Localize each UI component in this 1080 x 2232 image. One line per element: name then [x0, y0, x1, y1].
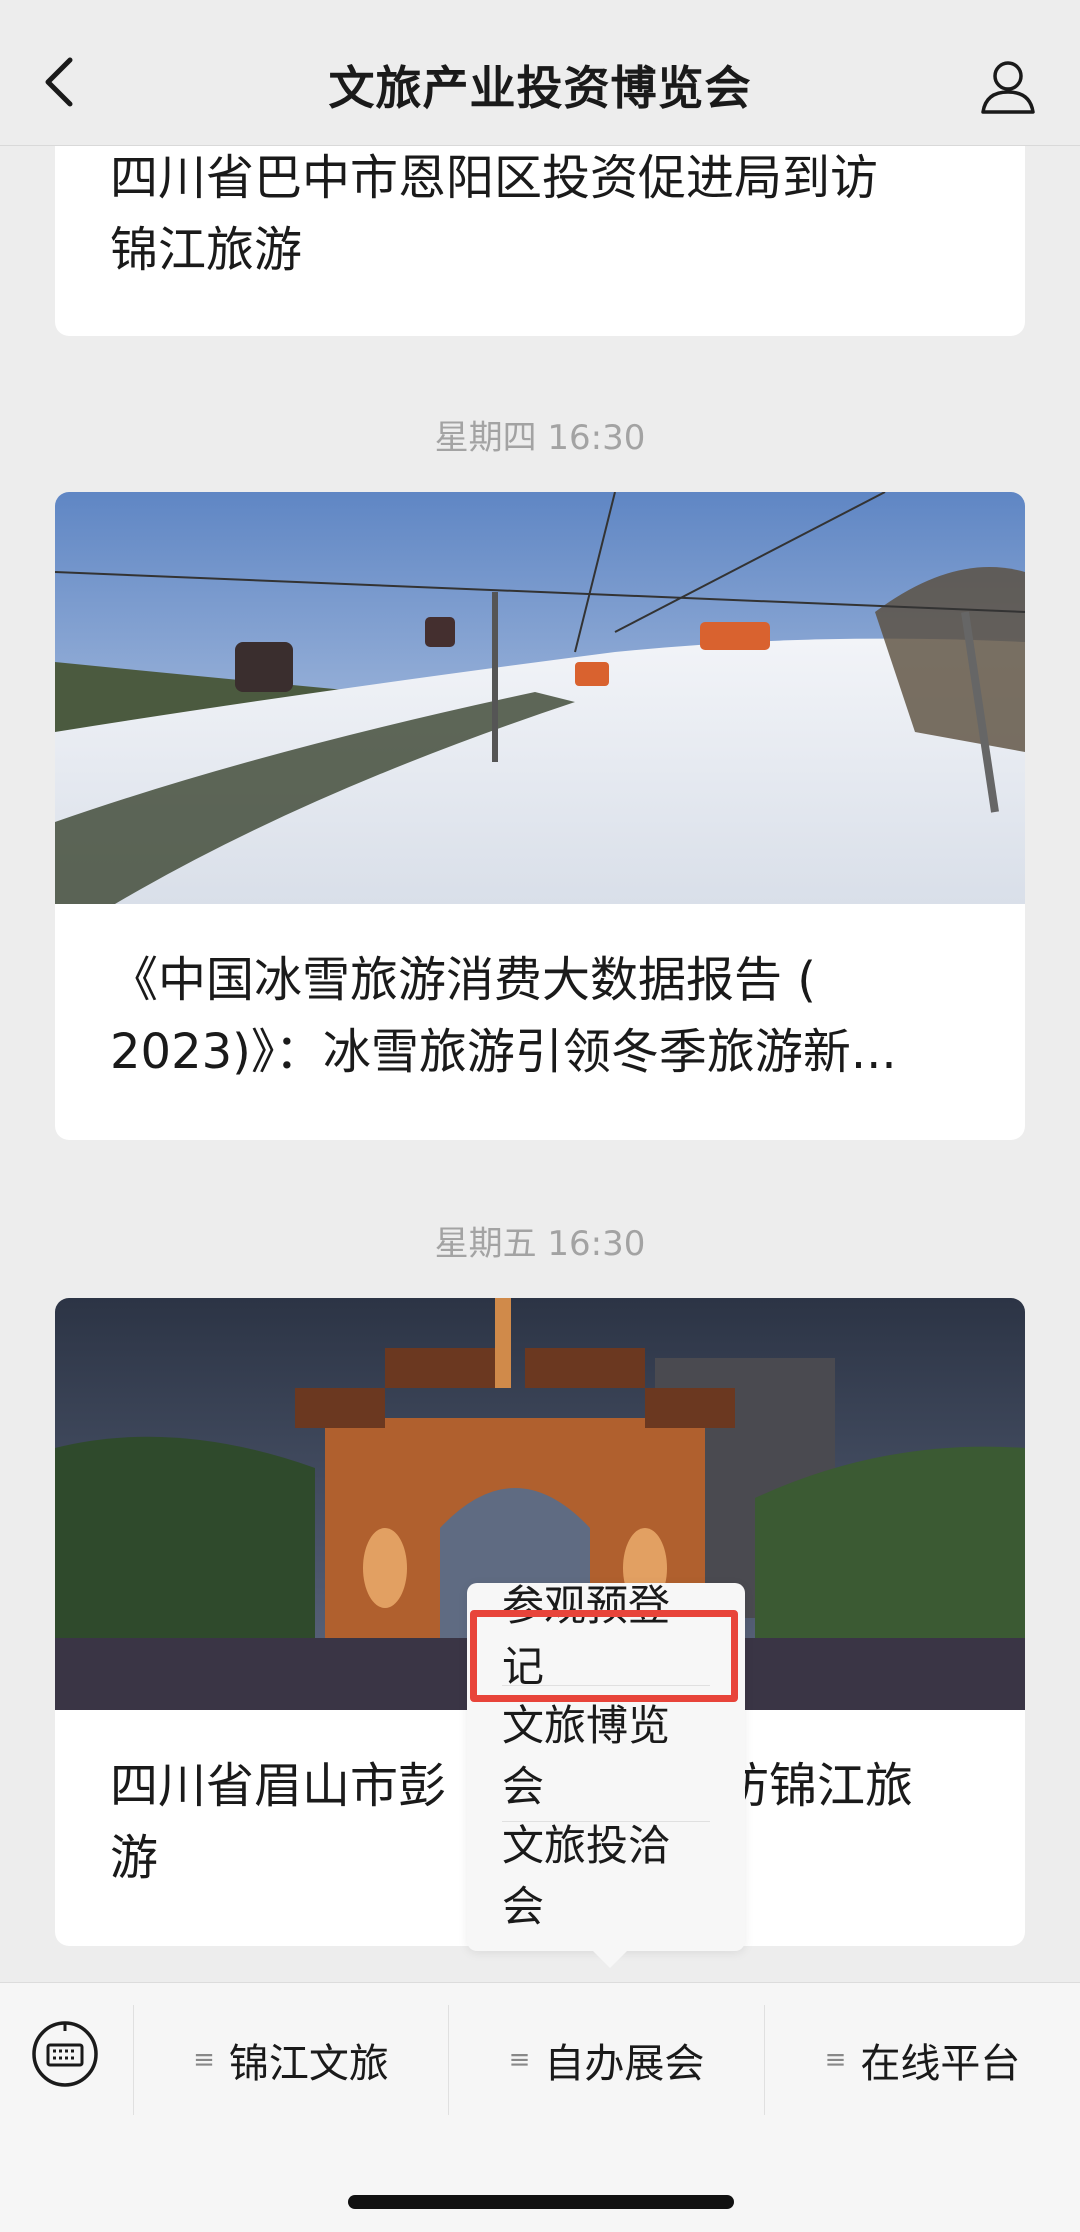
menu-label: 自办展会 — [544, 2041, 705, 2087]
message-timestamp: 星期四 16:30 — [434, 418, 646, 458]
screen: 文旅产业投资博览会 四川省巴中市恩阳区投资促进局到访 锦江旅游 星期四 16:3… — [0, 0, 1080, 2232]
submenu-icon: ≡ — [824, 2045, 847, 2075]
page-title: 文旅产业投资博览会 — [328, 61, 752, 115]
popup-arrow — [592, 1950, 628, 1968]
home-indicator[interactable] — [348, 2195, 734, 2209]
ski-resort-image — [55, 492, 1025, 904]
keyboard-icon[interactable] — [30, 2019, 100, 2089]
highlight-annotation — [470, 1610, 738, 1702]
submenu-icon: ≡ — [193, 2045, 215, 2075]
menu-label: 在线平台 — [860, 2041, 1021, 2087]
article-card[interactable]: 《中国冰雪旅游消费大数据报告 ( 2023)》：冰雪旅游引领冬季旅游新... — [55, 492, 1025, 1140]
submenu-icon: ≡ — [508, 2045, 531, 2075]
user-icon[interactable] — [978, 56, 1038, 116]
bottom-menu-item-online[interactable]: ≡ 在线平台 — [765, 2005, 1080, 2115]
menu-item-expo[interactable]: 文旅博览会 — [502, 1701, 710, 1811]
menu-label: 锦江文旅 — [228, 2041, 389, 2087]
menu-item-investment-fair[interactable]: 文旅投洽会 — [502, 1821, 710, 1931]
bottom-menu-item-jinjiang[interactable]: ≡ 锦江文旅 — [134, 2005, 448, 2115]
article-card[interactable]: 四川省巴中市恩阳区投资促进局到访 锦江旅游 — [55, 120, 1025, 336]
nav-bar: 文旅产业投资博览会 — [0, 0, 1080, 146]
bottom-menu-item-exhibition[interactable]: ≡ 自办展会 — [449, 2005, 764, 2115]
message-timestamp: 星期五 16:30 — [434, 1224, 646, 1264]
article-title: 《中国冰雪旅游消费大数据报告 ( 2023)》：冰雪旅游引领冬季旅游新... — [110, 952, 897, 1080]
